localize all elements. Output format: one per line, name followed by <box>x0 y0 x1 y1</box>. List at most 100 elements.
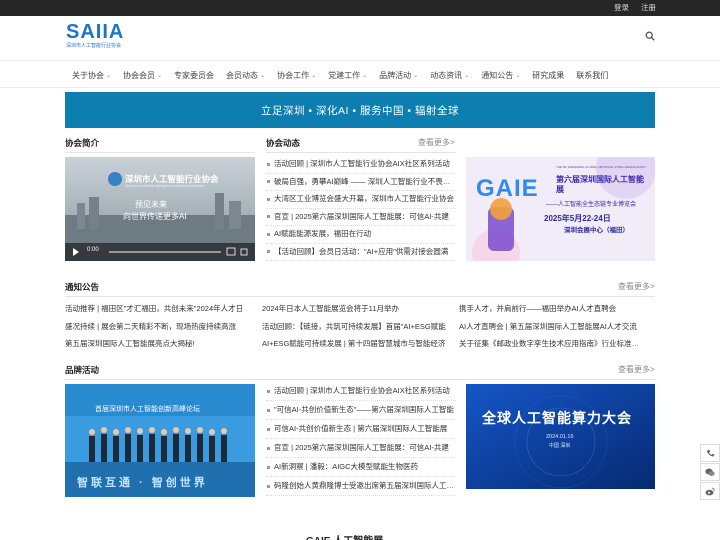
phone-icon <box>706 449 714 456</box>
notice-divider <box>65 296 655 297</box>
nav-item[interactable]: 品牌活动 ⌄ <box>373 70 424 81</box>
intro-title: 协会简介 <box>65 138 100 148</box>
wechat-button[interactable] <box>700 463 720 481</box>
slogan-banner: 立足深圳 • 深化AI • 服务中国 • 辐射全球 <box>65 92 655 128</box>
expo-venue: 深圳会展中心（福田） <box>564 227 629 234</box>
notice-item[interactable]: AI人才直聘会 | 第五届深圳国际人工智能展AI人才交流 <box>459 318 645 336</box>
news-item[interactable]: 可信AI-共创价值新生态 | 第六届深圳国际人工智能展 <box>266 420 456 439</box>
chevron-down-icon: ⌄ <box>106 72 112 79</box>
brand-event-photo[interactable]: 首届深圳市人工智能创新高峰论坛 智联互通 · 智创世界 <box>65 384 255 497</box>
logo-text: SAIIA <box>66 21 125 43</box>
chevron-down-icon: ⌄ <box>515 72 521 79</box>
news-item[interactable]: 大湾区工业博览会盛大开幕，深圳市人工智能行业协会 <box>266 191 456 209</box>
nav-item[interactable]: 动态资讯 ⌄ <box>424 70 475 81</box>
news-item[interactable]: AI赋能能源发展，福田在行动 <box>266 226 456 244</box>
news-item[interactable]: AI新洞察 | 潘毅：AIGC大模型赋能生物医药 <box>266 458 456 477</box>
notice-title: 通知公告 <box>65 282 100 292</box>
brand-divider <box>65 379 655 380</box>
news-item[interactable]: 破局自强，勇攀AI巅峰 —— 深圳人工智能行业不畏艰难 <box>266 174 456 191</box>
nav-item-label: 通知公告 <box>481 70 514 80</box>
login-link[interactable]: 登录 <box>614 3 629 13</box>
notice-item[interactable]: 第五届深圳国际人工智能展亮点大揭秘! <box>65 335 251 353</box>
notice-item[interactable]: AI+ESG赋能可持续发展 | 第十四届智慧城市与智能经济 <box>262 335 448 353</box>
nav-item[interactable]: 专家委员会 <box>168 70 220 81</box>
search-icon[interactable] <box>645 31 655 41</box>
weibo-icon <box>705 487 715 495</box>
chevron-down-icon: ⌄ <box>157 72 163 79</box>
phone-button[interactable] <box>700 444 720 462</box>
dynamics-list: 活动回顾 | 深圳市人工智能行业协会AIX社区系列活动 破局自强，勇攀AI巅峰 —… <box>266 156 456 261</box>
notice-item[interactable]: 携手人才，并肩前行——福田举办AI人才直聘会 <box>459 300 645 318</box>
chevron-down-icon: ⌄ <box>413 72 419 79</box>
floating-side-tools <box>700 444 720 501</box>
site-logo[interactable]: SAIIA 深圳市人工智能行业协会 <box>66 22 128 52</box>
chevron-down-icon: ⌄ <box>311 72 317 79</box>
expo-poster[interactable]: GAIE 第六届深圳国际人工智能展 THE 6th SHENZHEN GLOBA… <box>466 157 655 261</box>
banner-text: 立足深圳 • 深化AI • 服务中国 • 辐射全球 <box>261 104 459 117</box>
nav-item-label: 协会会员 <box>123 70 156 80</box>
nav-item-label: 品牌活动 <box>379 70 412 80</box>
expo-title-cn: 第六届深圳国际人工智能展 <box>556 175 644 194</box>
notice-more-link[interactable]: 查看更多> <box>618 281 655 293</box>
weibo-button[interactable] <box>700 482 720 500</box>
news-item[interactable]: 码隆创始人黄鼎隆博士受邀出席第五届深圳国际人工智能 <box>266 477 456 496</box>
intro-video[interactable]: 深圳市人工智能行业协会 Shenzhen Artificial Intellig… <box>65 157 255 261</box>
logo-subtitle: 深圳市人工智能行业协会 <box>66 43 122 49</box>
computing-conference-poster[interactable]: 全球人工智能算力大会 2024.01.16 中国 深圳 <box>466 384 655 489</box>
nav-item-label: 协会工作 <box>277 70 310 80</box>
dynamics-more-link[interactable]: 查看更多> <box>418 137 455 149</box>
nav-item-label: 党建工作 <box>328 70 361 80</box>
main-nav: 关于协会 ⌄ 协会会员 ⌄ 专家委员会 会员动态 ⌄ 协会工作 ⌄ 党建工作 ⌄ 品牌活动 ⌄ 动态资讯 ⌄… <box>0 60 720 88</box>
expo-subtitle: ——人工智能全生态链专业博览会 <box>546 202 637 208</box>
expo-title-en: THE 6th SHENZHEN GLOBAL ARTIFICIAL INTEL… <box>556 165 646 169</box>
brand-photo-slogan: 智联互通 · 智创世界 <box>77 477 208 489</box>
brand-title: 品牌活动 <box>65 365 100 375</box>
news-item[interactable]: 官宣 | 2025第六届深圳国际人工智能展：可信AI-共建 <box>266 439 456 458</box>
nav-item-label: 动态资讯 <box>430 70 463 80</box>
dynamics-title: 协会动态 <box>266 138 301 148</box>
nav-item[interactable]: 协会工作 ⌄ <box>271 70 322 81</box>
nav-item-label: 关于协会 <box>72 70 104 80</box>
notice-item[interactable]: 盛况持续 | 展会第二天精彩不断，现场热度持续高涨 <box>65 318 251 336</box>
nav-item[interactable]: 通知公告 ⌄ <box>475 70 526 81</box>
brand-more-link[interactable]: 查看更多> <box>618 364 655 376</box>
nav-item-label: 联系我们 <box>576 70 609 80</box>
brand-list: 活动回顾 | 深圳市人工智能行业协会AIX社区系列活动 "可信AI-共创价值新生态… <box>266 382 456 496</box>
notice-item[interactable]: 关于征集《邮政业数字孪生技术应用指南》行业标准起草 <box>459 335 645 353</box>
news-item[interactable]: "可信AI-共创价值新生态"——第六届深圳国际人工智能 <box>266 401 456 420</box>
chevron-down-icon: ⌄ <box>260 72 266 79</box>
nav-item[interactable]: 会员动态 ⌄ <box>220 70 271 81</box>
news-item[interactable]: 【活动回顾】会员日活动："AI+应用"供需对接会圆满 <box>266 244 456 261</box>
computing-poster-title: 全球人工智能算力大会 <box>482 410 632 426</box>
register-link[interactable]: 注册 <box>641 3 656 13</box>
news-item[interactable]: 官宣 | 2025第六届深圳国际人工智能展：可信AI-共建 <box>266 209 456 226</box>
chevron-down-icon: ⌄ <box>362 72 368 79</box>
nav-item[interactable]: 联系我们 <box>570 70 614 81</box>
nav-item-label: 专家委员会 <box>174 70 215 80</box>
nav-item[interactable]: 研究成果 <box>526 70 570 81</box>
notice-item[interactable]: 活动推荐 | 福田区"才汇福田，共创未来"2024年人才日 <box>65 300 251 318</box>
nav-item[interactable]: 关于协会 ⌄ <box>66 70 117 81</box>
news-item[interactable]: 活动回顾 | 深圳市人工智能行业协会AIX社区系列活动 <box>266 156 456 174</box>
notice-item[interactable]: 2024年日本人工智能展览会将于11月举办 <box>262 300 448 318</box>
expo-date: 2025年5月22-24日 <box>544 214 611 223</box>
bottom-section-heading: GAIE 人工智能展 <box>306 532 383 540</box>
dynamics-divider <box>266 152 456 153</box>
news-item[interactable]: 活动回顾 | 深圳市人工智能行业协会AIX社区系列活动 <box>266 382 456 401</box>
chevron-down-icon: ⌄ <box>464 72 470 79</box>
video-line2: 向世界传递更多AI <box>123 212 187 221</box>
account-links: 登录 注册 <box>614 3 656 13</box>
nav-item[interactable]: 党建工作 ⌄ <box>322 70 373 81</box>
nav-item[interactable]: 协会会员 ⌄ <box>117 70 168 81</box>
video-line1: 预见未来 <box>135 200 167 209</box>
notice-item[interactable]: 活动回顾：【链接，共筑可持续发展】首届"AI+ESG赋能 <box>262 318 448 336</box>
video-org-name-en: Shenzhen Artificial Intelligence Industr… <box>125 184 205 188</box>
nav-item-label: 会员动态 <box>226 70 259 80</box>
expo-brand: GAIE <box>476 175 539 202</box>
top-bar: 登录 注册 <box>0 0 720 16</box>
computing-poster-venue: 中国 深圳 <box>549 443 571 449</box>
brand-photo-banner: 首届深圳市人工智能创新高峰论坛 <box>95 406 200 413</box>
intro-divider <box>65 152 255 153</box>
nav-items: 关于协会 ⌄ 协会会员 ⌄ 专家委员会 会员动态 ⌄ 协会工作 ⌄ 党建工作 ⌄ 品牌活动 ⌄ 动态资讯 ⌄… <box>66 61 614 89</box>
video-time: 0:00 <box>87 247 99 253</box>
